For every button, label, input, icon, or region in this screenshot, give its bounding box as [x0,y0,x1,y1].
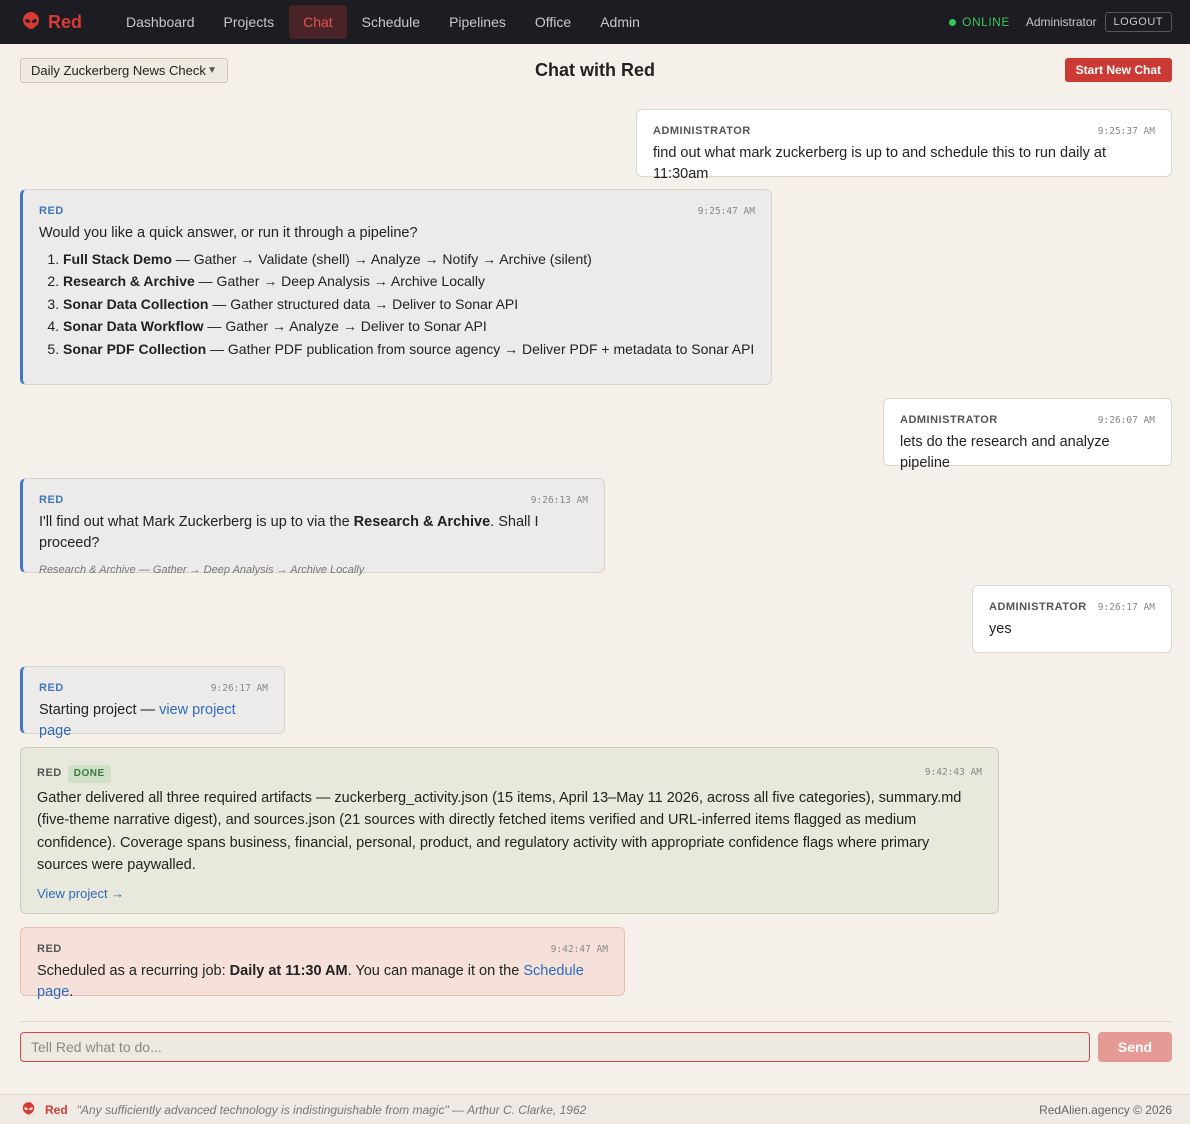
nav-item-projects[interactable]: Projects [210,5,289,39]
pipeline-option-desc: — Gather → Analyze → Deliver to Sonar AP… [203,318,487,335]
message-time: 9:26:13 AM [530,495,588,507]
footer-brand: Red [45,1102,68,1117]
online-status: ONLINE [949,15,1010,29]
message-meta: ADMINISTRATOR 9:26:07 AM [900,413,1155,428]
send-button[interactable]: Send [1098,1032,1172,1062]
nav-item-chat[interactable]: Chat [289,5,347,39]
footer: Red "Any sufficiently advanced technolog… [0,1094,1190,1124]
pipeline-option-name: Sonar Data Workflow [63,318,204,335]
pipeline-option-desc: — Gather → Validate (shell) → Analyze → … [171,250,592,267]
start-new-chat-button[interactable]: Start New Chat [1064,58,1172,82]
message-text: Starting project — view project page [39,700,268,741]
message-sender: ADMINISTRATOR [653,125,751,137]
message-time: 9:42:43 AM [924,766,982,778]
message-meta: ADMINISTRATOR 9:26:17 AM [989,600,1155,615]
message-meta: RED 9:26:17 AM [39,681,268,696]
chat-message: ADMINISTRATOR 9:26:17 AM yes [972,585,1172,653]
nav-item-admin[interactable]: Admin [586,5,654,39]
message-time: 9:26:07 AM [1097,415,1155,427]
chat-message: RED 9:42:47 AM Scheduled as a recurring … [20,927,625,1000]
nav-item-pipelines[interactable]: Pipelines [435,5,520,39]
message-meta: RED DONE 9:42:43 AM [37,762,982,783]
chat-message: RED DONE 9:42:43 AM Gather delivered all … [20,747,999,914]
message-text: Would you like a quick answer, or run it… [39,225,418,242]
pipeline-option-desc: — Gather structured data → Deliver to So… [208,295,519,312]
message-sender: RED [39,494,64,506]
nav-item-schedule[interactable]: Schedule [348,5,434,39]
chat-message: RED 9:26:17 AM Starting project — view p… [20,666,285,739]
status-dot-icon [949,18,957,26]
message-text-part: . [69,983,74,1000]
message-time: 9:25:37 AM [1097,126,1155,138]
user-name: Administrator [1025,15,1097,29]
pipeline-options: Full Stack Demo — Gather → Validate (she… [39,250,755,360]
message-text-part: Scheduled as a recurring job: [37,963,230,980]
alien-logo-icon [23,12,39,29]
message-meta: RED 9:42:47 AM [37,942,608,957]
pipeline-name: Research & Archive [353,514,491,531]
message-sender: RED [37,767,62,779]
chat-message: RED 9:25:47 AM Would you like a quick an… [20,189,772,385]
pipeline-option-name: Full Stack Demo [63,250,172,267]
message-text: I'll find out what Mark Zuckerberg is up… [39,512,588,553]
nav-right: ONLINE Administrator LOGOUT [949,12,1172,32]
composer-divider [20,1021,1172,1022]
message-sender: ADMINISTRATOR [989,601,1087,613]
chat-message: ADMINISTRATOR 9:26:07 AM lets do the res… [883,398,1172,471]
message-text: find out what mark zuckerberg is up to a… [653,145,1106,182]
status-label: ONLINE [962,15,1010,29]
pipeline-option-name: Sonar PDF Collection [63,341,207,358]
pipeline-option: Full Stack Demo — Gather → Validate (she… [63,250,755,270]
status-badge: DONE [67,765,111,783]
pipeline-option-name: Sonar Data Collection [63,295,209,312]
message-sender: RED [39,205,64,217]
page-title: Chat with Red [535,60,655,80]
brand-name: Red [48,11,83,32]
nav-item-office[interactable]: Office [521,5,585,39]
message-sender: RED [39,682,64,694]
message-text: Scheduled as a recurring job: Daily at 1… [37,961,608,1002]
pipeline-option-name: Research & Archive [63,273,195,290]
logout-button[interactable]: LOGOUT [1104,12,1172,32]
message-meta: RED 9:26:13 AM [39,493,588,508]
footer-quote: "Any sufficiently advanced technology is… [76,1102,587,1117]
chat-input[interactable] [20,1032,1090,1062]
pipeline-option-desc: — Gather PDF publication from source age… [206,341,755,358]
message-time: 9:26:17 AM [210,683,268,695]
message-text: yes [989,621,1012,638]
message-sender-group: RED DONE [37,762,111,783]
brand[interactable]: Red [22,12,82,33]
message-text-part: . You can manage it on the [347,963,524,980]
message-text-part: Starting project — [39,702,160,719]
footer-copyright: RedAlien.agency © 2026 [1039,1102,1172,1117]
message-sender: ADMINISTRATOR [900,414,998,426]
message-meta: RED 9:25:47 AM [39,204,755,219]
message-time: 9:42:47 AM [550,944,608,956]
chat-message: RED 9:26:13 AM I'll find out what Mark Z… [20,478,605,576]
chat-message: ADMINISTRATOR 9:25:37 AM find out what m… [636,109,1172,182]
top-nav: Red Dashboard Projects Chat Schedule Pip… [0,0,1190,44]
message-text: Gather delivered all three required arti… [37,790,962,874]
message-text-part: I'll find out what Mark Zuckerberg is up… [39,514,354,531]
pipeline-option-desc: — Gather → Deep Analysis → Archive Local… [194,273,486,290]
nav-item-dashboard[interactable]: Dashboard [112,5,209,39]
message-sender: RED [37,943,62,955]
pipeline-note: Research & Archive — Gather → Deep Analy… [39,563,365,576]
message-time: 9:26:17 AM [1097,602,1155,614]
pipeline-option: Sonar Data Collection — Gather structure… [63,295,755,315]
message-link-row: View project → [37,885,982,903]
message-meta: ADMINISTRATOR 9:25:37 AM [653,124,1155,139]
pipeline-option: Sonar PDF Collection — Gather PDF public… [63,340,755,360]
pipeline-option: Research & Archive — Gather → Deep Analy… [63,272,755,292]
view-project-link[interactable]: View project → [37,886,124,901]
message-text: lets do the research and analyze pipelin… [900,434,1110,471]
pipeline-option: Sonar Data Workflow — Gather → Analyze →… [63,317,755,337]
message-time: 9:25:47 AM [697,206,755,218]
nav-menu: Dashboard Projects Chat Schedule Pipelin… [112,5,655,39]
alien-logo-icon [22,1102,35,1115]
schedule-value: Daily at 11:30 AM [229,963,348,980]
